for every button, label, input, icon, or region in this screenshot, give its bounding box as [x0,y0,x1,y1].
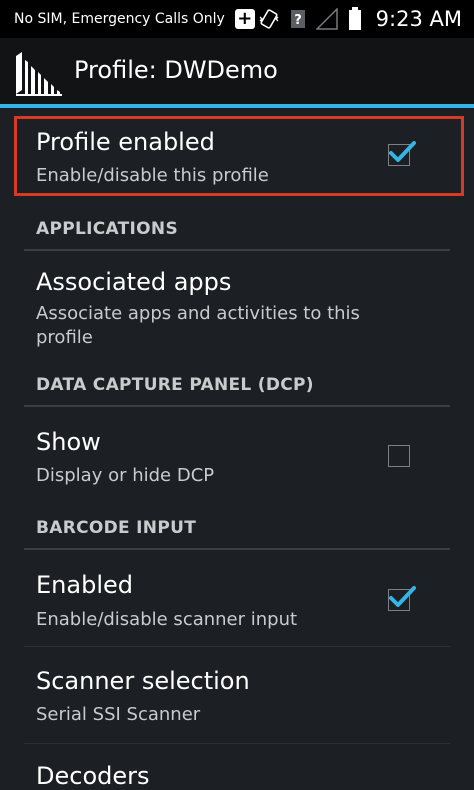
pref-title: Show [36,428,101,456]
divider [24,249,450,251]
show-dcp-checkbox[interactable] [388,445,410,467]
check-icon [389,586,416,607]
scanner-enabled-checkbox[interactable] [388,586,416,611]
signal-icon [315,8,338,30]
divider [24,548,450,550]
pref-decoders[interactable]: Decoders [0,744,474,790]
pref-summary: Enable/disable scanner input [36,609,298,630]
svg-text:?: ? [294,13,302,28]
pref-title: Associated apps [36,268,232,296]
wifi-unknown-icon: ? [290,10,305,28]
notification-plus-icon: + [234,9,255,29]
status-bar: No SIM, Emergency Calls Only + ? 9:23 AM [0,0,474,38]
status-right: ? 9:23 AM [258,0,462,38]
highlight-box [14,116,464,196]
pref-title: Enabled [36,571,133,599]
pref-summary: Display or hide DCP [36,465,215,486]
category-barcode-input: BARCODE INPUT [36,518,197,538]
action-bar-accent-line [0,104,474,108]
pref-title: Decoders [36,762,150,790]
pref-summary: Associate apps and activities to this pr… [36,303,360,348]
barcode-app-icon[interactable] [14,50,64,96]
page-title: Profile: DWDemo [74,56,278,84]
battery-icon [348,7,361,30]
pref-summary: Serial SSI Scanner [36,704,201,725]
pref-associated-apps[interactable]: Associated apps Associate apps and activ… [0,252,474,362]
carrier-text: No SIM, Emergency Calls Only [14,11,225,27]
pref-scanner-enabled[interactable]: Enabled Enable/disable scanner input [0,551,474,646]
divider [24,405,450,407]
vibrate-icon [259,9,279,29]
pref-title: Scanner selection [36,667,250,695]
clock: 9:23 AM [375,7,462,31]
status-left: No SIM, Emergency Calls Only + [14,0,255,38]
category-applications: APPLICATIONS [36,219,178,239]
pref-show-dcp[interactable]: Show Display or hide DCP [0,408,474,508]
pref-scanner-selection[interactable]: Scanner selection Serial SSI Scanner [0,647,474,743]
category-dcp: DATA CAPTURE PANEL (DCP) [36,375,314,395]
